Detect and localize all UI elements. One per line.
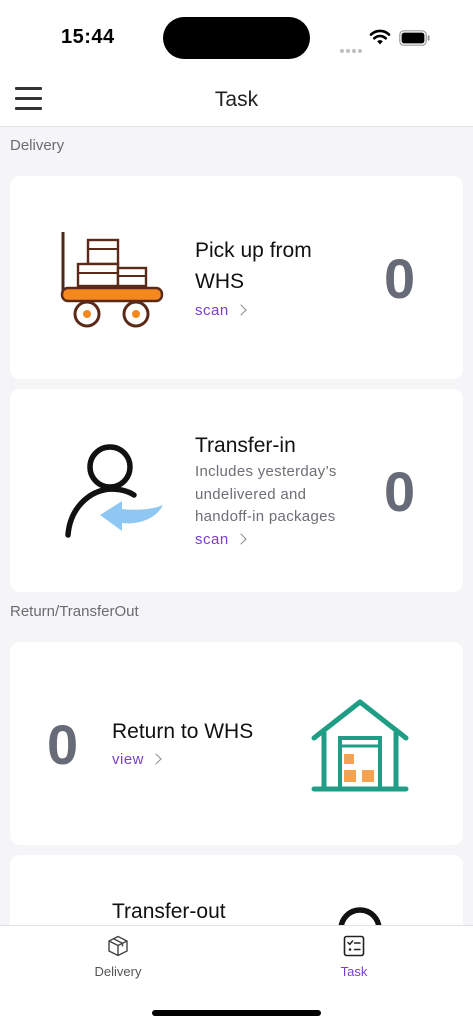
wifi-icon [369,29,391,45]
scan-link-label: scan [195,302,229,319]
app-header: Task [0,78,473,127]
home-indicator [152,1010,321,1016]
card-title: Transfer-in [195,434,296,457]
bottom-tab-bar: Delivery Task [0,925,473,1025]
status-time: 15:44 [61,26,115,48]
card-title-line2: WHS [195,270,244,293]
card-desc-line1: Includes yesterday’s [195,463,337,480]
task-checklist-icon [343,935,365,957]
count-pickup: 0 [384,247,416,310]
dynamic-island [163,17,310,59]
tab-task[interactable]: Task [294,926,414,986]
card-pickup-from-whs[interactable]: Pick up from WHS scan 0 [10,176,463,379]
page-title: Task [214,88,259,111]
card-return-to-whs[interactable]: 0 Return to WHS view [10,642,463,845]
card-title-line1: Pick up from [195,239,312,262]
chevron-right-icon [235,304,247,316]
section-label-delivery: Delivery [10,137,65,154]
hand-truck-boxes-icon [60,232,164,328]
warehouse-icon [311,699,409,792]
chevron-right-icon [235,533,247,545]
scan-link[interactable]: scan [195,531,247,548]
tab-label-task: Task [340,964,368,979]
section-label-return-transferout: Return/TransferOut [10,603,139,620]
tab-label-delivery: Delivery [94,964,142,979]
card-transfer-in[interactable]: Transfer-in Includes yesterday’s undeliv… [10,389,463,592]
person-transfer-in-icon [65,444,163,538]
status-bar: 15:44 [0,0,473,78]
scan-link-label: scan [195,531,229,548]
cellular-signal-icon [340,40,364,53]
card-desc-line2: undelivered and [195,486,307,503]
chevron-right-icon [150,753,162,765]
count-return: 0 [47,713,79,776]
battery-icon [399,30,430,46]
card-title: Return to WHS [112,720,254,743]
view-link-label: view [112,751,145,768]
count-transfer-in: 0 [384,460,416,523]
scan-link[interactable]: scan [195,302,247,319]
view-link[interactable]: view [112,751,162,768]
card-desc-line3: handoff-in packages [195,508,336,525]
card-title: Transfer-out [112,900,226,923]
package-box-icon [108,935,128,957]
tab-delivery[interactable]: Delivery [58,926,178,986]
